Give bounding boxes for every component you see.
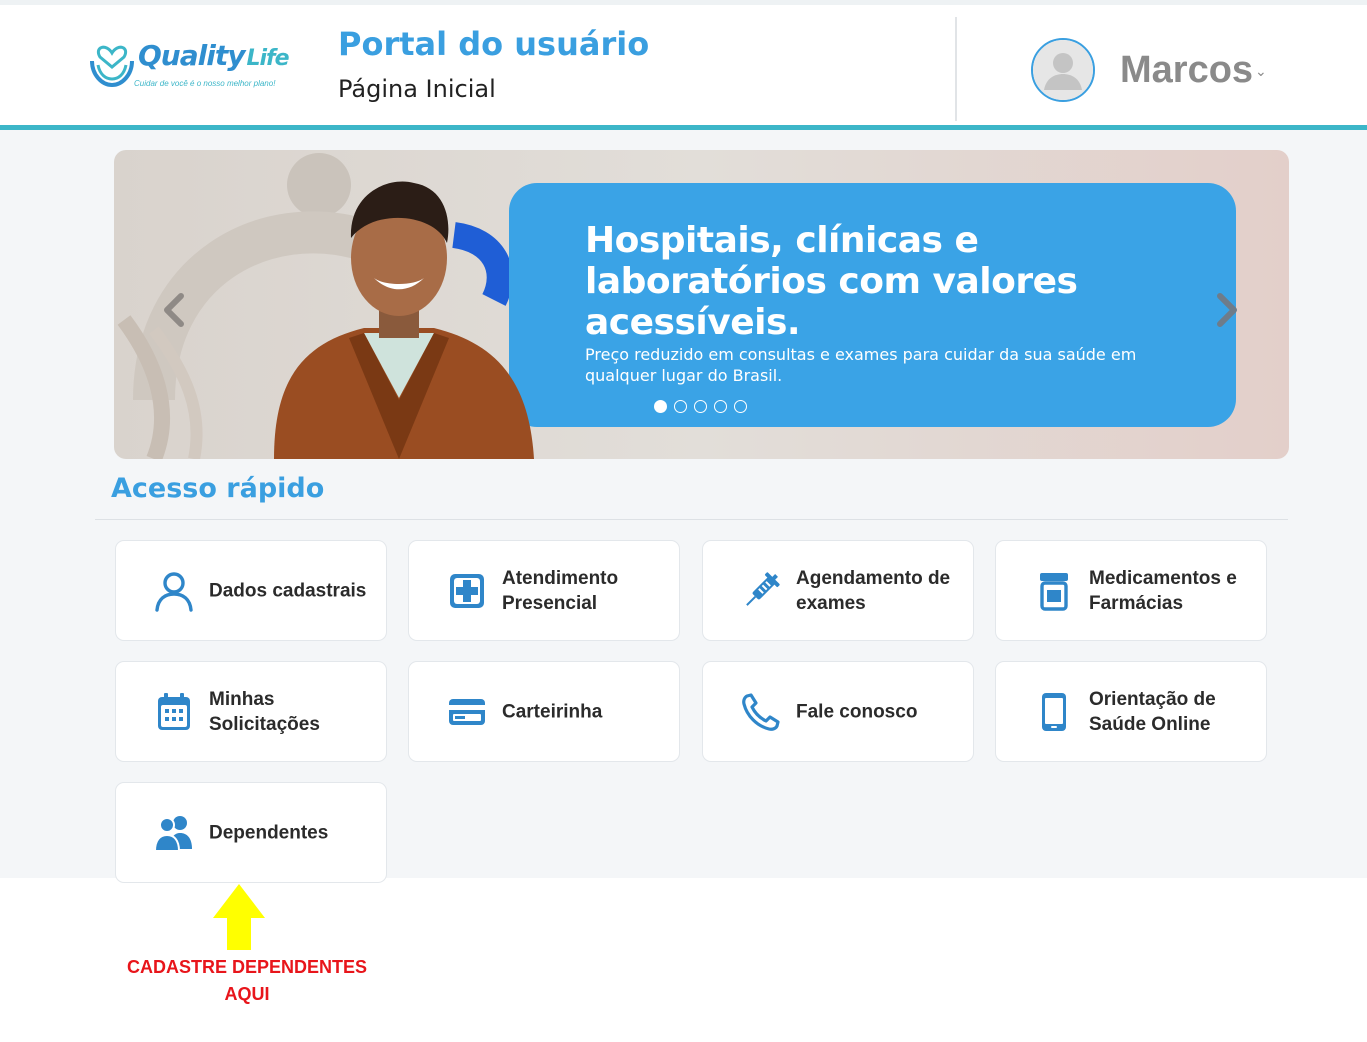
card-label: Fale conosco — [796, 701, 918, 722]
avatar-person-icon — [1033, 40, 1093, 100]
annotation-arrow-icon — [213, 884, 265, 950]
medical-cross-icon — [445, 569, 489, 613]
carousel-prev-icon[interactable] — [159, 290, 189, 330]
banner-person-photo — [274, 181, 534, 459]
card-label: Minhas Solicitações — [209, 688, 320, 735]
users-icon — [152, 811, 196, 855]
card-label: Agendamento de exames — [796, 567, 951, 614]
quick-access-card-agendamento-exames[interactable]: Agendamento de exames — [702, 540, 974, 641]
syringe-icon — [739, 569, 783, 613]
chevron-down-icon[interactable]: ⌄ — [1255, 63, 1267, 80]
carousel-dot[interactable] — [734, 400, 747, 413]
logo-wordmark: QualityLife — [138, 39, 290, 72]
card-label: Dependentes — [209, 822, 329, 843]
quick-access-card-fale-conosco[interactable]: Fale conosco — [702, 661, 974, 762]
carousel-next-icon[interactable] — [1212, 290, 1242, 330]
banner-text: Preço reduzido em consultas e exames par… — [585, 345, 1137, 385]
avatar[interactable] — [1031, 38, 1095, 102]
user-menu-button[interactable]: Marcos — [1120, 49, 1253, 92]
page-title: Portal do usuário — [338, 25, 650, 63]
carousel-dot[interactable] — [654, 400, 667, 413]
phone-icon — [739, 690, 783, 734]
quick-access-card-atendimento-presencial[interactable]: Atendimento Presencial — [408, 540, 680, 641]
quality-life-logo[interactable]: QualityLife Cuidar de você é o nosso mel… — [88, 35, 290, 99]
quick-access-card-dependentes[interactable]: Dependentes — [115, 782, 387, 883]
quick-access-title: Acesso rápido — [111, 473, 325, 504]
carousel-dot[interactable] — [674, 400, 687, 413]
card-label: Dados cadastrais — [209, 580, 367, 601]
page: QualityLife Cuidar de você é o nosso mel… — [0, 0, 1367, 1042]
carousel-indicators — [654, 400, 747, 413]
pill-bottle-icon — [1032, 569, 1076, 613]
user-icon — [152, 569, 196, 613]
quick-access-card-orientacao-saude[interactable]: Orientação de Saúde Online — [995, 661, 1267, 762]
quick-access-card-carteirinha[interactable]: Carteirinha — [408, 661, 680, 762]
annotation-text: CADASTRE DEPENDENTES AQUI — [126, 957, 368, 1004]
section-divider — [95, 519, 1288, 520]
quick-access-card-minhas-solicitacoes[interactable]: Minhas Solicitações — [115, 661, 387, 762]
banner-headline: Hospitais, clínicas e laboratórios com v… — [585, 220, 1078, 343]
carousel-dot[interactable] — [694, 400, 707, 413]
carousel-dot[interactable] — [714, 400, 727, 413]
logo-hands-heart-icon — [90, 45, 134, 88]
main-content: Hospitais, clínicas e laboratórios com v… — [0, 130, 1367, 883]
header: QualityLife Cuidar de você é o nosso mel… — [0, 0, 1367, 130]
mobile-icon — [1032, 690, 1076, 734]
quick-access-card-medicamentos[interactable]: Medicamentos e Farmácias — [995, 540, 1267, 641]
card-label: Orientação de Saúde Online — [1089, 688, 1216, 735]
logo-tagline: Cuidar de você é o nosso melhor plano! — [134, 79, 276, 88]
card-icon — [445, 690, 489, 734]
promo-carousel[interactable]: Hospitais, clínicas e laboratórios com v… — [114, 150, 1289, 459]
card-label: Atendimento Presencial — [502, 567, 619, 614]
breadcrumb: Página Inicial — [338, 75, 496, 103]
calendar-icon — [152, 690, 196, 734]
quick-access-card-dados-cadastrais[interactable]: Dados cadastrais — [115, 540, 387, 641]
card-label: Medicamentos e Farmácias — [1089, 567, 1237, 614]
header-divider — [955, 17, 957, 121]
card-label: Carteirinha — [502, 701, 603, 722]
